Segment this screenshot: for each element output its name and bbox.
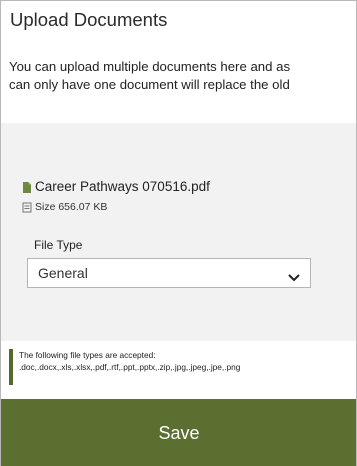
upload-panel — [1, 123, 356, 341]
save-button[interactable]: Save — [1, 399, 356, 466]
notice-line-2: .doc,.docx,.xls,.xlsx,.pdf,.rtf,.ppt,.pp… — [19, 362, 241, 372]
intro-line-2: can only have one document will replace … — [9, 77, 290, 92]
file-type-select[interactable]: General — [27, 258, 311, 288]
file-icon — [22, 181, 32, 193]
size-icon — [22, 202, 32, 213]
upload-documents-page: Upload Documents You can upload multiple… — [0, 0, 357, 466]
chevron-down-icon — [288, 269, 300, 282]
page-title: Upload Documents — [10, 9, 168, 30]
file-size-row: Size 656.07 KB — [22, 201, 107, 213]
notice-line-1: The following file types are accepted: — [19, 350, 156, 360]
file-name: Career Pathways 070516.pdf — [35, 179, 210, 194]
accepted-file-types-notice: The following file types are accepted: .… — [9, 349, 356, 385]
intro-text: You can upload multiple documents here a… — [9, 58, 290, 94]
uploaded-file-row: Career Pathways 070516.pdf — [22, 179, 210, 194]
file-type-label: File Type — [34, 238, 83, 252]
file-type-selected-value: General — [38, 265, 88, 281]
intro-line-1: You can upload multiple documents here a… — [9, 59, 291, 74]
file-size: Size 656.07 KB — [35, 201, 108, 213]
